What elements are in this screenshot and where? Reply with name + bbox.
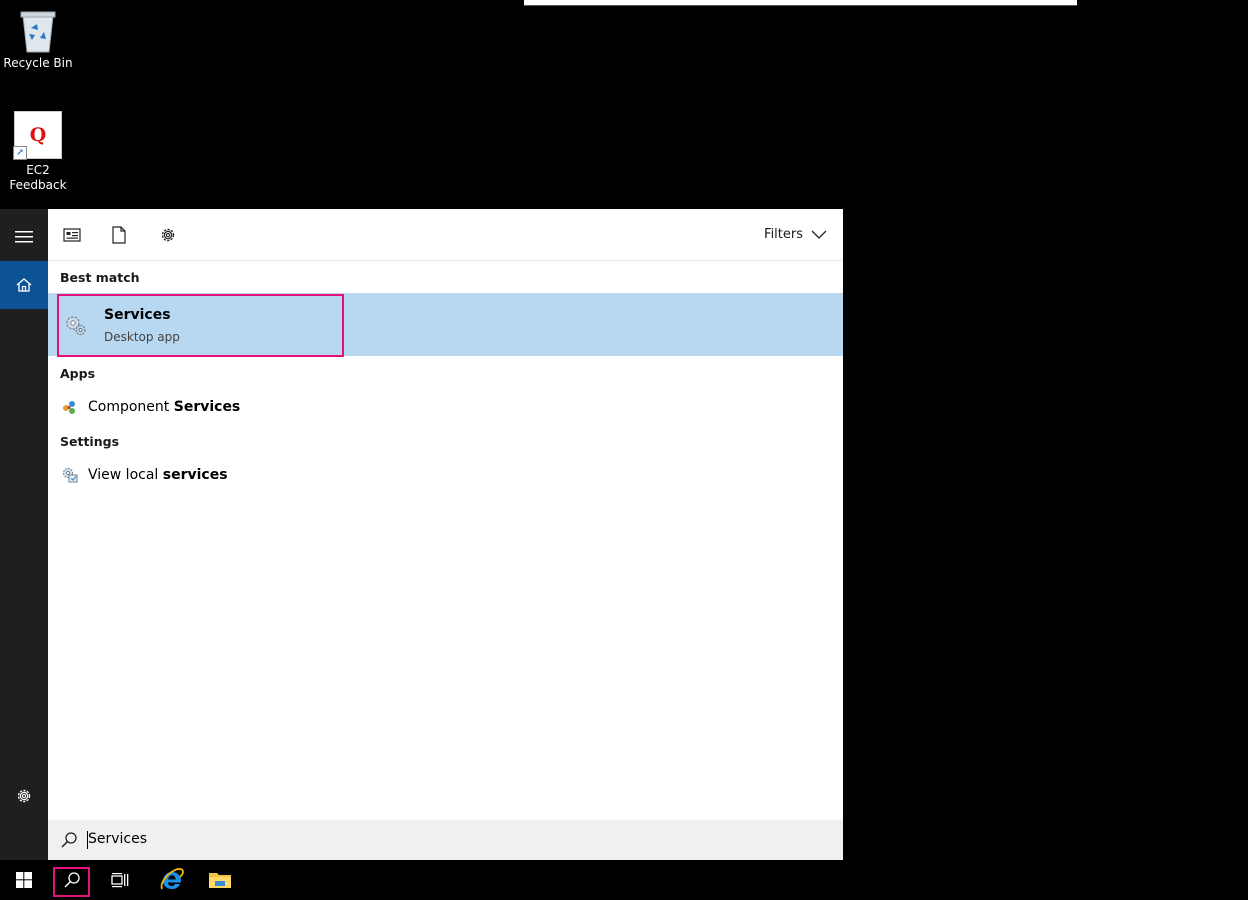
gear-icon (17, 789, 31, 803)
internet-explorer-button[interactable] (148, 860, 196, 900)
hamburger-menu-icon (15, 231, 33, 243)
chevron-down-icon (811, 230, 827, 239)
search-panel: Filters Best match Services Desktop app … (48, 209, 843, 860)
best-match-result[interactable]: Services Desktop app (48, 293, 843, 357)
services-gears-icon (66, 316, 86, 336)
file-explorer-icon (209, 873, 231, 888)
file-explorer-button[interactable] (196, 860, 244, 900)
result-text-match: Services (173, 399, 241, 415)
best-match-title: Services (104, 307, 171, 323)
start-button[interactable] (0, 860, 48, 900)
result-view-local-services[interactable]: View local services (48, 459, 843, 493)
component-services-icon (63, 401, 75, 414)
ec2-feedback-icon: Q ↗ (13, 111, 62, 160)
text-caret (87, 831, 88, 849)
result-text-prefix: Component (88, 399, 174, 415)
apps-icon (63, 228, 81, 242)
search-box[interactable] (48, 820, 843, 860)
filters-label: Filters (764, 227, 803, 242)
result-text-prefix: View local (88, 467, 163, 483)
window-edge (524, 0, 1077, 6)
recycle-bin-label: Recycle Bin (3, 56, 73, 70)
apps-header: Apps (60, 366, 96, 381)
best-match-header: Best match (60, 270, 140, 285)
filters-dropdown[interactable]: Filters (764, 227, 827, 242)
hamburger-menu-button[interactable] (0, 213, 48, 261)
ec2-feedback-shortcut[interactable]: Q ↗ EC2 Feedback (0, 111, 76, 193)
search-icon (61, 832, 77, 848)
taskbar (0, 860, 1248, 900)
settings-button[interactable] (0, 772, 48, 820)
focus-outline (57, 294, 344, 357)
start-rail (0, 209, 48, 860)
home-icon (16, 278, 32, 292)
result-text-match: services (162, 467, 228, 483)
ec2-feedback-label: EC2 Feedback (9, 163, 67, 192)
internet-explorer-icon (160, 868, 184, 890)
recycle-bin-shortcut[interactable]: Recycle Bin (0, 8, 76, 71)
view-local-services-icon (63, 468, 78, 483)
settings-header: Settings (60, 434, 120, 449)
tab-documents[interactable] (108, 224, 130, 246)
tab-settings[interactable] (157, 224, 179, 246)
settings-gear-icon (161, 228, 175, 242)
search-tab-bar: Filters (48, 209, 843, 261)
home-button[interactable] (0, 261, 48, 309)
result-component-services[interactable]: Component Services (48, 391, 843, 425)
best-match-subtitle: Desktop app (104, 330, 180, 344)
taskbar-search-focus-outline (53, 867, 90, 897)
shortcut-arrow-icon: ↗ (13, 146, 27, 160)
recycle-bin-icon (20, 11, 56, 53)
search-input[interactable] (86, 826, 788, 852)
windows-start-icon (16, 872, 32, 888)
documents-icon (112, 226, 126, 244)
task-view-button[interactable] (96, 860, 144, 900)
task-view-icon (111, 873, 129, 888)
tab-apps[interactable] (61, 224, 83, 246)
